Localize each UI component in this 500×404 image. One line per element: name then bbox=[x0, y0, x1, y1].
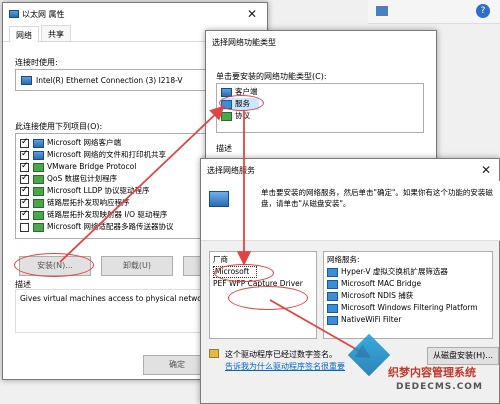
watermark: 织梦内容管理系统 DEDECMS.COM bbox=[340, 330, 500, 404]
watermark-logo-icon bbox=[347, 333, 391, 377]
watermark-url: DEDECMS.COM bbox=[396, 382, 483, 392]
arrow-install-to-service bbox=[59, 105, 225, 263]
watermark-brand: 织梦内容管理系统 bbox=[388, 366, 476, 379]
